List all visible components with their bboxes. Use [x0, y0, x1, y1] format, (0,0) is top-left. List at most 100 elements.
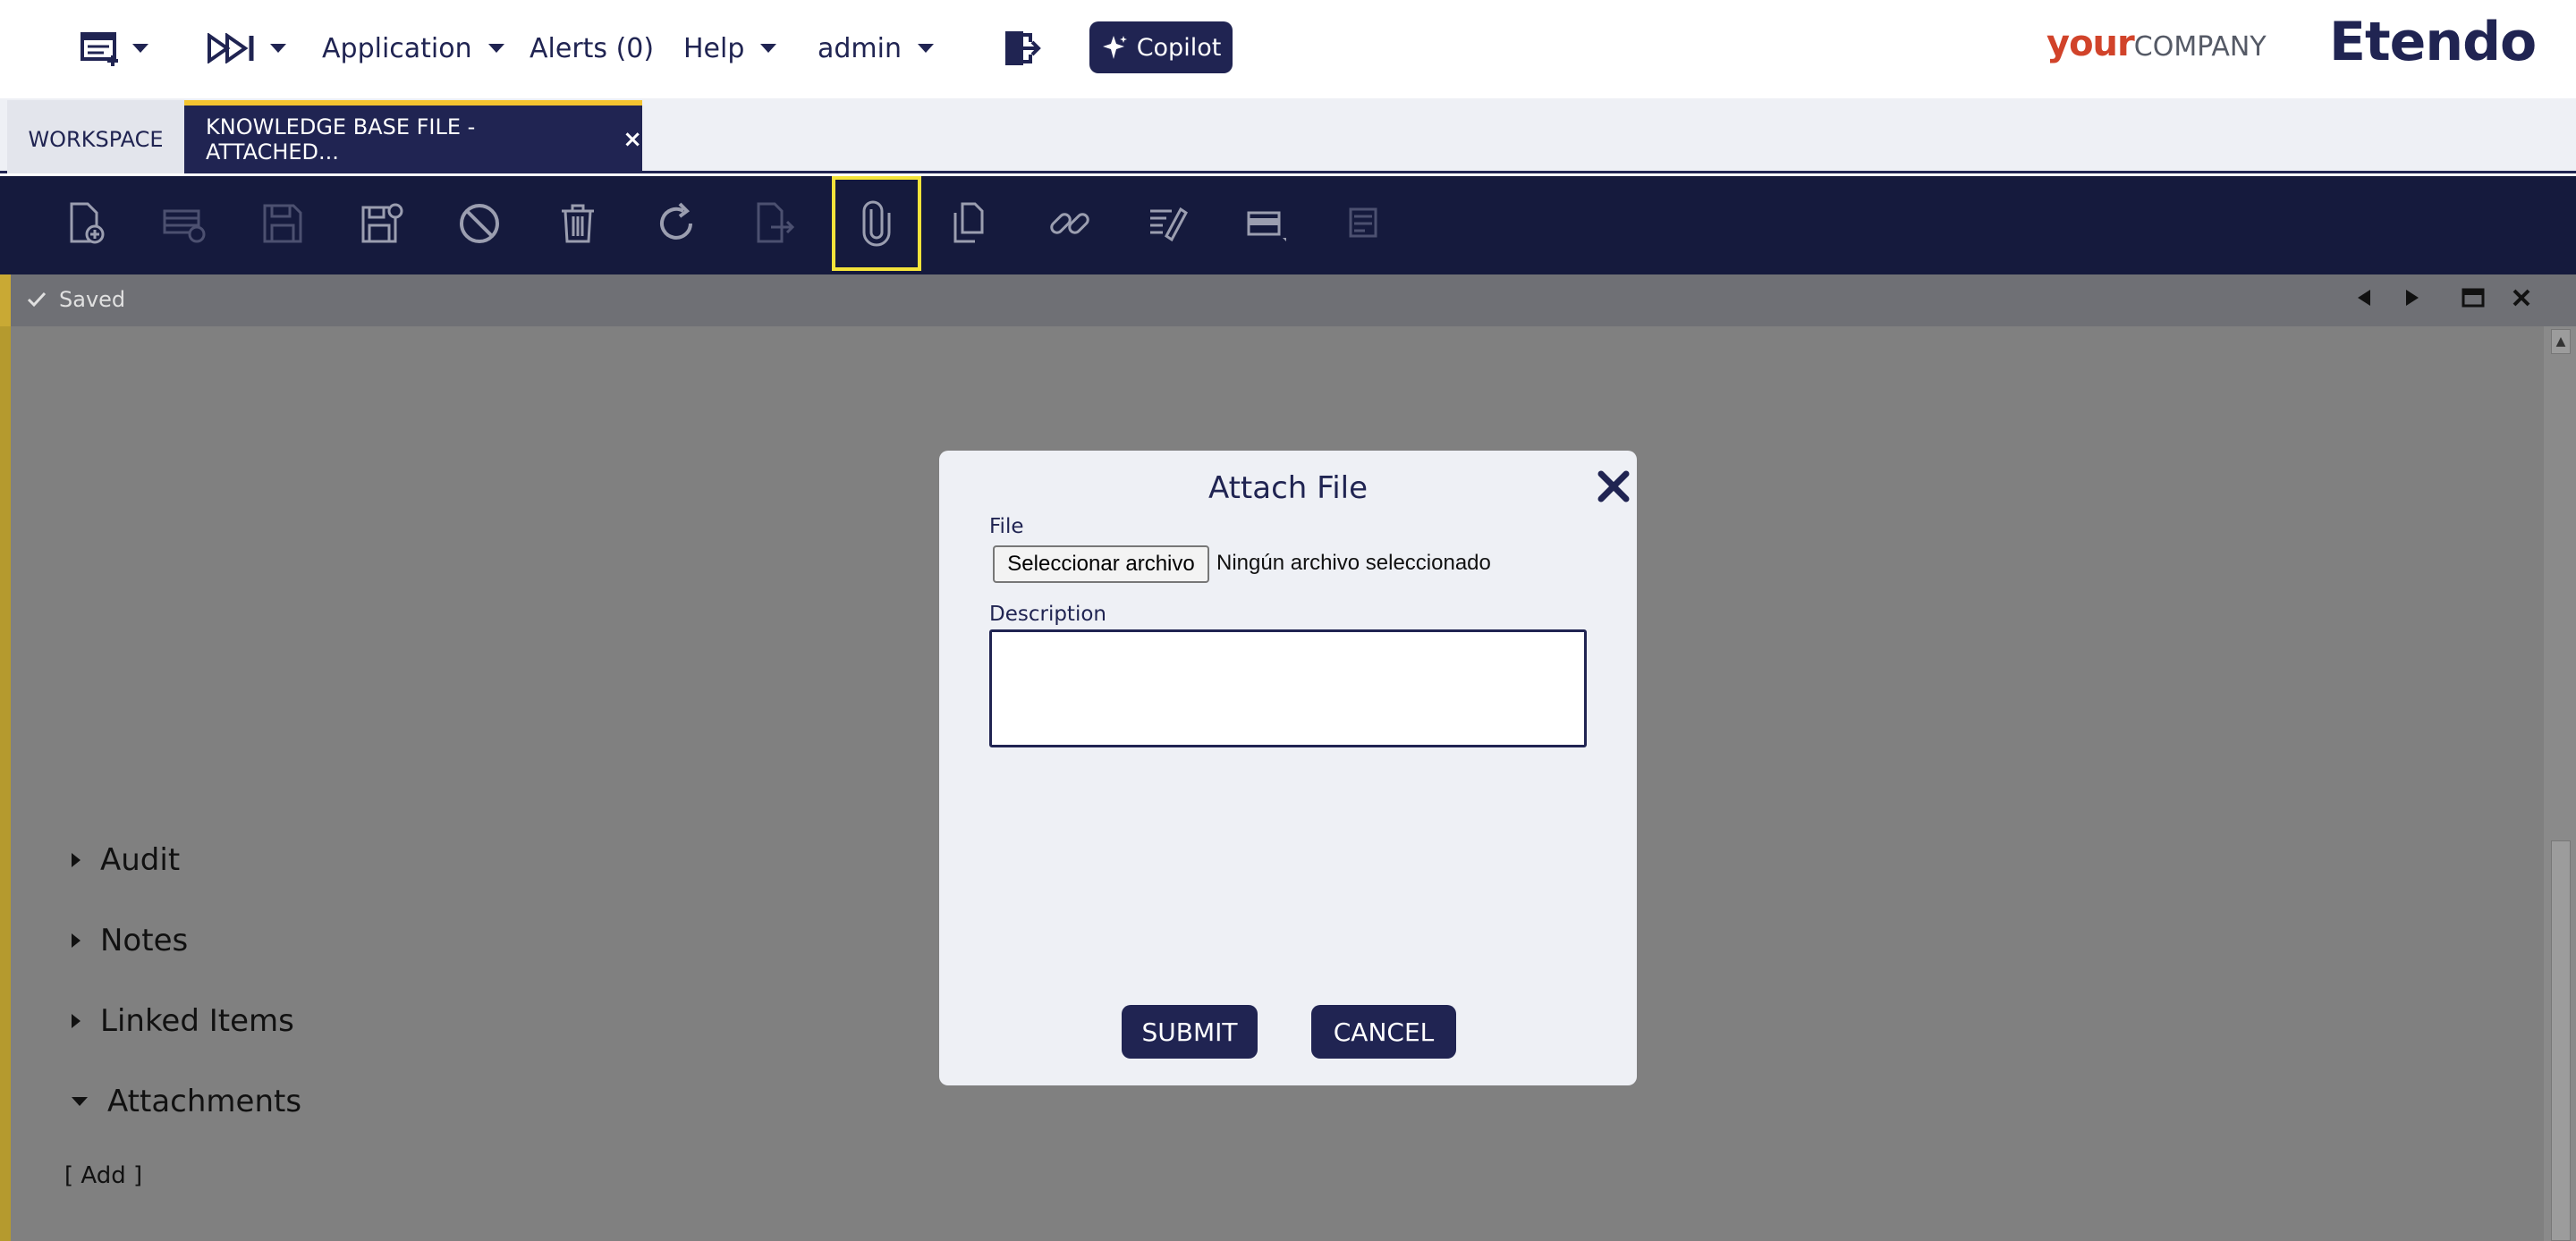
- copy-icon: [953, 202, 984, 243]
- cancel-icon: [460, 204, 499, 243]
- dialog-close-button[interactable]: [1596, 469, 1631, 504]
- section-notes-label: Notes: [100, 923, 189, 958]
- user-menu-label: admin: [818, 32, 902, 64]
- refresh-button[interactable]: [631, 176, 721, 271]
- section-linked-items[interactable]: Linked Items: [72, 1003, 294, 1039]
- submit-button[interactable]: SUBMIT: [1122, 1005, 1258, 1059]
- description-label: Description: [989, 603, 1106, 626]
- user-menu[interactable]: admin: [818, 29, 934, 68]
- section-notes[interactable]: Notes: [72, 923, 188, 958]
- audit-list-icon: [1349, 207, 1377, 238]
- close-icon: [2512, 289, 2530, 307]
- next-record-button[interactable]: [2404, 287, 2420, 314]
- triangle-right-icon: [2406, 290, 2419, 306]
- application-menu-label: Application: [322, 32, 472, 64]
- close-tab-icon[interactable]: ×: [623, 126, 642, 153]
- alerts-link[interactable]: Alerts (0): [530, 29, 654, 68]
- trash-icon: [562, 204, 594, 243]
- expand-icon: [72, 1014, 80, 1028]
- scroll-up-arrow-icon[interactable]: ▲: [2551, 329, 2571, 354]
- section-linked-items-label: Linked Items: [100, 1003, 294, 1039]
- previous-record-button[interactable]: [2356, 287, 2372, 314]
- choose-file-button[interactable]: Seleccionar archivo: [993, 545, 1209, 583]
- section-attachments-label: Attachments: [107, 1084, 302, 1119]
- expand-icon: [72, 853, 80, 867]
- tab-bar: WORKSPACE KNOWLEDGE BASE FILE - ATTACHED…: [0, 98, 2576, 173]
- tab-workspace[interactable]: WORKSPACE: [7, 100, 184, 173]
- undo-button[interactable]: [435, 176, 524, 271]
- saved-label: Saved: [59, 287, 126, 312]
- refresh-icon: [660, 202, 692, 240]
- tab-knowledge-base-file[interactable]: KNOWLEDGE BASE FILE - ATTACHED... ×: [184, 100, 642, 173]
- company-logo-company: COMPANY: [2133, 31, 2267, 63]
- scrollbar-thumb[interactable]: [2551, 840, 2571, 1241]
- expand-icon: [72, 933, 80, 948]
- export-icon: [757, 202, 795, 243]
- status-bar: Saved: [0, 274, 2576, 326]
- section-attachments[interactable]: Attachments: [72, 1084, 301, 1119]
- paperclip-icon: [862, 200, 891, 247]
- triangle-left-icon: [2358, 290, 2370, 306]
- logout-icon: [1005, 31, 1041, 65]
- toolbar: [0, 176, 2576, 274]
- copilot-label: Copilot: [1136, 33, 1222, 62]
- logout-button[interactable]: [1002, 27, 1041, 70]
- attach-file-dialog: Attach File File Seleccionar archivo Nin…: [939, 451, 1637, 1085]
- help-menu[interactable]: Help: [683, 29, 777, 68]
- attach-button[interactable]: [832, 176, 921, 271]
- link-button[interactable]: [1025, 176, 1114, 271]
- chevron-down-icon: [270, 44, 286, 53]
- clone-button[interactable]: [927, 176, 1016, 271]
- save-icon: [263, 204, 302, 243]
- maximize-button[interactable]: [2462, 287, 2485, 314]
- new-document-icon: [70, 202, 105, 244]
- audit-trail-button[interactable]: [1320, 176, 1410, 271]
- maximize-icon: [2462, 288, 2485, 308]
- save-close-button[interactable]: [336, 176, 426, 271]
- close-icon: [1597, 470, 1630, 502]
- save-close-icon: [361, 203, 403, 243]
- file-label: File: [989, 515, 1024, 538]
- quick-launch-menu[interactable]: [208, 27, 286, 70]
- new-row-button[interactable]: [140, 176, 229, 271]
- save-button[interactable]: [238, 176, 327, 271]
- export-button[interactable]: [730, 176, 819, 271]
- application-menu[interactable]: Application: [322, 29, 504, 68]
- sparkle-icon: [1102, 36, 1127, 59]
- new-row-icon: [163, 209, 206, 243]
- new-document-button[interactable]: [41, 176, 131, 271]
- alerts-label: Alerts (0): [530, 32, 655, 64]
- add-attachment-link[interactable]: [ Add ]: [64, 1162, 142, 1189]
- saved-status: Saved: [27, 287, 125, 312]
- etendo-logo: Etendo: [2329, 11, 2537, 73]
- company-logo: your COMPANY: [2046, 23, 2267, 64]
- chevron-down-icon: [132, 44, 148, 53]
- fast-forward-icon: [208, 33, 254, 63]
- section-audit[interactable]: Audit: [72, 842, 180, 878]
- cancel-button[interactable]: CANCEL: [1311, 1005, 1456, 1059]
- chevron-down-icon: [760, 44, 777, 53]
- edit-list-icon: [1150, 207, 1188, 242]
- tab-active-label: KNOWLEDGE BASE FILE - ATTACHED...: [206, 114, 476, 165]
- top-navigation: Application Alerts (0) Help admin Copilo…: [0, 0, 2576, 98]
- copilot-button[interactable]: Copilot: [1089, 21, 1233, 73]
- help-menu-label: Help: [683, 32, 745, 64]
- collapse-icon: [72, 1097, 88, 1106]
- dialog-title: Attach File: [1208, 470, 1368, 506]
- new-window-menu[interactable]: [80, 27, 148, 70]
- link-icon: [1050, 213, 1089, 234]
- company-logo-your: your: [2046, 23, 2135, 64]
- tab-workspace-label: WORKSPACE: [28, 127, 164, 152]
- delete-button[interactable]: [533, 176, 623, 271]
- chevron-down-icon: [918, 44, 934, 53]
- close-view-button[interactable]: [2512, 287, 2531, 314]
- form-view-button[interactable]: [1222, 176, 1311, 271]
- form-view-icon: [1247, 211, 1286, 241]
- section-audit-label: Audit: [100, 842, 181, 878]
- description-field[interactable]: [989, 629, 1587, 747]
- file-status-text: Ningún archivo seleccionado: [1216, 551, 1491, 575]
- window-list-icon: [80, 32, 118, 66]
- chevron-down-icon: [487, 44, 504, 53]
- check-icon: [27, 291, 47, 308]
- process-button[interactable]: [1123, 176, 1213, 271]
